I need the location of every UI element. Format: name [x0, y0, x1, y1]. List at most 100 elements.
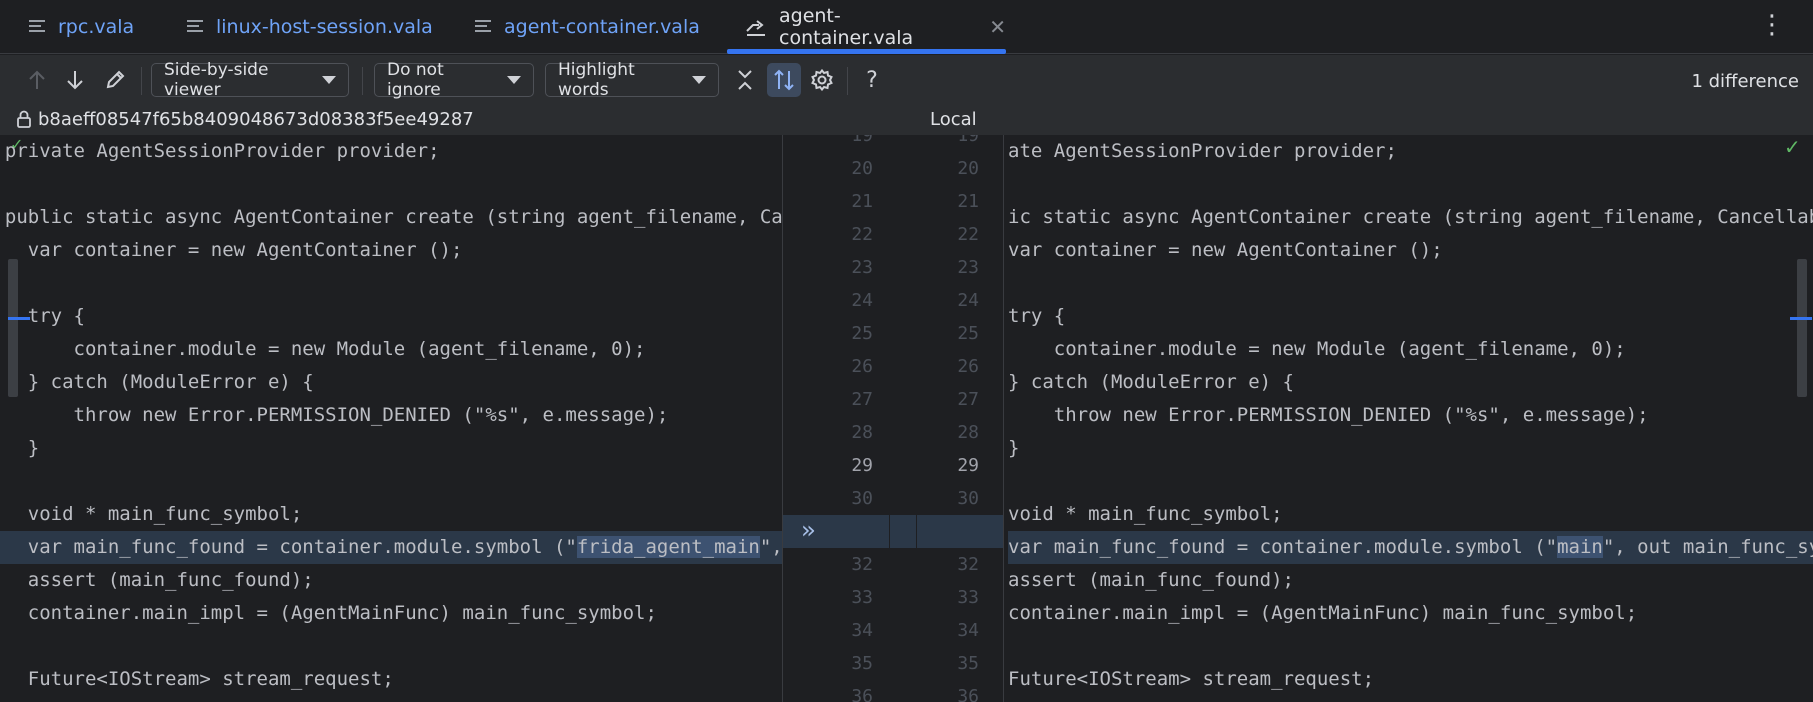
changed-line-suffix: ", out main_func_symbol);: [1602, 536, 1813, 558]
line-number-row: 26 26: [783, 350, 1003, 383]
code-line[interactable]: void * main_func_symbol;: [0, 498, 303, 531]
right-line-number: 20: [957, 158, 979, 179]
tab-agent-container-vala[interactable]: agent-container.vala: [474, 0, 700, 54]
code-line[interactable]: Future<IOStream> stream_request;: [0, 663, 394, 696]
next-difference-icon[interactable]: [60, 63, 90, 97]
left-line-number: 20: [851, 158, 873, 179]
left-line-number: 29: [851, 455, 873, 476]
previous-difference-icon[interactable]: [22, 63, 52, 97]
left-line-number: 33: [851, 587, 873, 608]
code-line[interactable]: container.module = new Module (agent_fil…: [1008, 333, 1626, 366]
code-line[interactable]: container.module = new Module (agent_fil…: [0, 333, 646, 366]
toolbar-separator: [141, 67, 142, 95]
ignore-whitespace-label: Do not ignore: [387, 60, 444, 100]
help-icon[interactable]: ?: [857, 63, 887, 97]
right-line-number: 19: [957, 135, 979, 146]
highlight-mode-dropdown[interactable]: Highlight words: [545, 60, 719, 100]
right-line-number: 22: [957, 224, 979, 245]
diff-header: b8aeff08547f65b8409048673d08383f5ee49287…: [0, 105, 1813, 135]
text-file-icon: [474, 19, 492, 35]
code-line[interactable]: ic static async AgentContainer create (s…: [1008, 201, 1813, 234]
pane-divider: [782, 135, 783, 702]
code-line[interactable]: private AgentSessionProvider provider;: [0, 135, 440, 168]
code-line[interactable]: throw new Error.PERMISSION_DENIED ("%s",…: [0, 399, 669, 432]
line-number-row: 36 36: [783, 680, 1003, 702]
left-line-number: 32: [851, 554, 873, 575]
right-line-number: 33: [957, 587, 979, 608]
right-line-number: 26: [957, 356, 979, 377]
toolbar-separator: [847, 67, 848, 95]
apply-change-icon[interactable]: »: [801, 515, 815, 546]
difference-count: 1 difference: [1691, 71, 1799, 92]
code-line[interactable]: container.main_impl = (AgentMainFunc) ma…: [1008, 597, 1637, 630]
right-line-number: 32: [957, 554, 979, 575]
scrollbar-change-tick: [1790, 317, 1812, 320]
editor-tab-bar: rpc.vala linux-host-session.vala agent-c…: [0, 0, 1813, 54]
line-number-row: 19 19: [783, 135, 1003, 152]
line-number-row: 24 24: [783, 284, 1003, 317]
code-line[interactable]: throw new Error.PERMISSION_DENIED ("%s",…: [1008, 399, 1649, 432]
diff-icon: [745, 17, 767, 37]
settings-gear-icon[interactable]: [807, 63, 837, 97]
code-line[interactable]: try {: [1008, 300, 1065, 333]
more-options-icon[interactable]: ⋮: [1759, 10, 1785, 40]
code-line[interactable]: assert (main_func_found);: [0, 564, 314, 597]
right-code-pane[interactable]: ✓ ate AgentSessionProvider provider; ic s…: [1004, 135, 1813, 702]
changed-word-highlight: main: [1557, 536, 1603, 558]
line-number-row: »: [783, 515, 1003, 548]
tab-label: agent-container.vala: [779, 5, 914, 49]
changed-line-prefix: var main_func_found = container.module.s…: [1008, 536, 1558, 558]
text-file-icon: [28, 19, 46, 35]
tab-linux-host-session-vala[interactable]: linux-host-session.vala: [186, 0, 433, 54]
code-line[interactable]: var container = new AgentContainer ();: [1008, 234, 1443, 267]
gutter-column-divider: [889, 515, 890, 548]
lock-icon: [16, 109, 32, 134]
left-line-number: 25: [851, 323, 873, 344]
left-line-number: 21: [851, 191, 873, 212]
right-line-number: 30: [957, 488, 979, 509]
code-line[interactable]: var main_func_found = container.module.s…: [0, 531, 782, 564]
gutter-column-divider: [916, 515, 917, 548]
tab-label: linux-host-session.vala: [216, 16, 433, 38]
tab-rpc-vala[interactable]: rpc.vala: [28, 0, 134, 54]
right-line-number: 35: [957, 653, 979, 674]
code-line[interactable]: assert (main_func_found);: [1008, 564, 1294, 597]
left-line-number: 24: [851, 290, 873, 311]
code-line[interactable]: } catch (ModuleError e) {: [0, 366, 314, 399]
code-line[interactable]: }: [0, 432, 39, 465]
left-line-number: 36: [851, 686, 873, 702]
left-line-number: 30: [851, 488, 873, 509]
code-line[interactable]: Future<IOStream> stream_request;: [1008, 663, 1374, 696]
toolbar-separator: [362, 67, 363, 95]
code-line[interactable]: var main_func_found = container.module.s…: [1008, 531, 1813, 564]
viewer-mode-dropdown[interactable]: Side-by-side viewer: [151, 60, 349, 100]
code-line[interactable]: try {: [0, 300, 85, 333]
synchronize-scrolling-icon[interactable]: [767, 63, 801, 97]
code-line[interactable]: ate AgentSessionProvider provider;: [1008, 135, 1397, 168]
line-number-row: 25 25: [783, 317, 1003, 350]
right-line-number: 34: [957, 620, 979, 641]
right-line-number: 27: [957, 389, 979, 410]
line-number-gutter: 19 19 20 20 21 21 22 22 23 23 24 24 25 25 26 26 27 27 28 28…: [783, 135, 1003, 702]
close-tab-icon[interactable]: ✕: [989, 15, 1006, 39]
ignore-whitespace-dropdown[interactable]: Do not ignore: [374, 60, 534, 100]
tab-label: agent-container.vala: [504, 16, 700, 38]
code-line[interactable]: }: [1008, 432, 1019, 465]
code-line[interactable]: public static async AgentContainer creat…: [0, 201, 782, 234]
collapse-unchanged-icon[interactable]: [730, 63, 760, 97]
tab-agent-container-diff[interactable]: agent-container.vala ✕: [727, 0, 1006, 54]
line-number-row: 22 22: [783, 218, 1003, 251]
highlight-mode-label: Highlight words: [558, 60, 635, 100]
right-line-number: 21: [957, 191, 979, 212]
scrollbar-marker: [1797, 259, 1807, 397]
code-line[interactable]: void * main_func_symbol;: [1008, 498, 1283, 531]
chevron-down-icon: [322, 76, 336, 84]
no-problems-check-icon: ✓: [1784, 135, 1801, 159]
right-line-number: 24: [957, 290, 979, 311]
code-line[interactable]: } catch (ModuleError e) {: [1008, 366, 1294, 399]
code-line[interactable]: container.main_impl = (AgentMainFunc) ma…: [0, 597, 657, 630]
code-line[interactable]: var container = new AgentContainer ();: [0, 234, 463, 267]
left-code-pane[interactable]: ✓ private AgentSessionProvider provider;…: [0, 135, 782, 702]
line-number-row: 28 28: [783, 416, 1003, 449]
edit-source-icon[interactable]: [100, 63, 130, 97]
